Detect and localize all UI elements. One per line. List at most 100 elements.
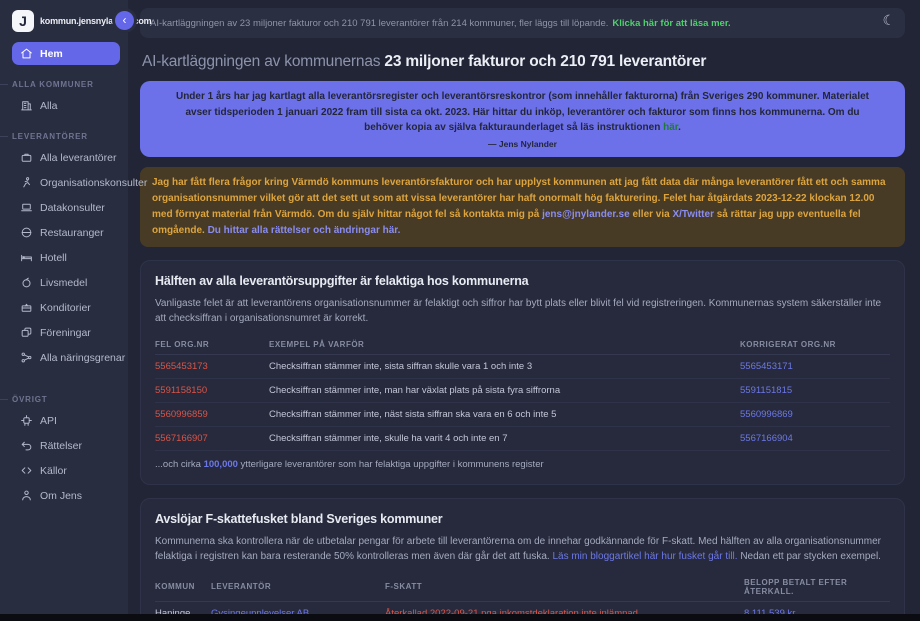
changes-link[interactable]: Du hittar alla rättelser och ändringar h… [208,225,401,236]
runner-icon [20,176,33,189]
moon-icon[interactable]: ☾ [882,12,895,29]
sidebar-item-label: Hem [40,48,63,60]
sidebar-item-label: Hotell [40,252,67,264]
sidebar-item-label: API [40,415,57,427]
announcement-text: AI-kartläggningen av 23 miljoner fakturo… [150,18,608,29]
wrong-orgnr-link[interactable]: 5560996859 [155,409,263,420]
table-row: 5567166907 Checksiffran stämmer inte, sk… [155,427,890,450]
briefcase-icon [20,151,33,164]
table-row: Haninge Gysingeupplevelser AB Återkallad… [155,602,890,614]
reason-text: Checksiffran stämmer inte, skulle ha var… [269,433,734,444]
site-title[interactable]: kommun.jensnylander.com [40,16,151,26]
branch-icon [20,351,33,364]
corrected-orgnr-link[interactable]: 5591151815 [740,385,890,396]
building-icon [20,99,33,112]
sidebar-collapse-button[interactable]: ‹ [115,11,134,30]
instructions-link[interactable]: här [663,122,678,133]
footnote-number: 100,000 [204,459,238,470]
col-exempel: EXEMPEL PÅ VARFÖR [269,340,734,349]
col-korrigerat: KORRIGERAT ORG.NR [740,340,890,349]
sidebar-item-hotell[interactable]: Hotell [12,246,120,269]
corrected-orgnr-link[interactable]: 5565453171 [740,361,890,372]
brand: J kommun.jensnylander.com ‹ [12,10,120,32]
card-title: Avslöjar F-skattefusket bland Sveriges k… [155,512,890,526]
sidebar-item-alla-leverantorer[interactable]: Alla leverantörer [12,146,120,169]
intro-info-box: Under 1 års har jag kartlagt alla levera… [140,81,905,157]
table-row: 5591158150 Checksiffran stämmer inte, ma… [155,379,890,403]
sidebar-item-om-jens[interactable]: Om Jens [12,484,120,507]
sidebar-item-rattelser[interactable]: Rättelser [12,434,120,457]
wrong-orgnr-link[interactable]: 5591158150 [155,385,263,396]
sidebar-item-konditorier[interactable]: Konditorier [12,296,120,319]
sidebar-item-organisationskonsulter[interactable]: Organisationskonsulter [12,171,120,194]
email-link[interactable]: jens@jnylander.se [542,209,630,220]
card-felaktiga-leverantorsuppgifter: Hälften av alla leverantörsuppgifter är … [140,260,905,485]
bed-icon [20,251,33,264]
undo-icon [20,439,33,452]
wrong-orgnr-link[interactable]: 5565453173 [155,361,263,372]
sidebar-item-restauranger[interactable]: Restauranger [12,221,120,244]
sidebar-item-label: Restauranger [40,227,104,239]
laptop-icon [20,201,33,214]
card-footnote: ...och cirka 100,000 ytterligare leveran… [155,450,890,476]
col-belopp: BELOPP BETALT EFTER ÅTERKALL. [744,578,890,596]
reason-text: Checksiffran stämmer inte, näst sista si… [269,409,734,420]
twitter-link[interactable]: X/Twitter [672,209,713,220]
sidebar-item-label: Föreningar [40,327,91,339]
cake-box-icon [20,301,33,314]
wrong-orgnr-link[interactable]: 5567166907 [155,433,263,444]
blog-article-link[interactable]: Läs min bloggartikel här hur fusket går … [552,551,737,562]
col-kommun: KOMMUN [155,582,205,591]
card-body: Vanligaste felet är att leverantörens or… [155,296,890,327]
code-icon [20,464,33,477]
col-fskatt: F-SKATT [385,582,738,591]
sidebar-item-label: Om Jens [40,490,82,502]
site-logo-icon[interactable]: J [12,10,34,32]
announcement-banner: AI-kartläggningen av 23 miljoner fakturo… [140,8,905,38]
correction-warning-box: Jag har fått flera frågor kring Värmdö k… [140,167,905,247]
group-icon [20,326,33,339]
plate-icon [20,226,33,239]
attribution: — Jens Nylander [166,138,879,151]
reason-text: Checksiffran stämmer inte, sista siffran… [269,361,734,372]
person-icon [20,489,33,502]
card-title: Hälften av alla leverantörsuppgifter är … [155,274,890,288]
table-header-row: KOMMUN LEVERANTÖR F-SKATT BELOPP BETALT … [155,573,890,602]
page-title-prefix: AI-kartläggningen av kommunernas [142,53,384,70]
col-fel-orgnr: FEL ORG.NR [155,340,263,349]
sidebar-item-label: Alla näringsgrenar [40,352,125,364]
sidebar-item-hem[interactable]: Hem [12,42,120,65]
sidebar-item-label: Livsmedel [40,277,87,289]
page-title: AI-kartläggningen av kommunernas 23 milj… [142,53,905,71]
sidebar-item-label: Källor [40,465,67,477]
table-row: 5565453173 Checksiffran stämmer inte, si… [155,355,890,379]
sidebar-item-foreningar[interactable]: Föreningar [12,321,120,344]
corrected-orgnr-link[interactable]: 5567166904 [740,433,890,444]
sidebar-section-alla-kommuner: ALLA KOMMUNER [12,80,120,89]
card-body: Kommunerna ska kontrollera när de utbeta… [155,534,890,565]
col-leverantor: LEVERANTÖR [211,582,379,591]
sidebar-item-alla-naringsgrenar[interactable]: Alla näringsgrenar [12,346,120,369]
sidebar-item-alla[interactable]: Alla [12,94,120,117]
sidebar-item-kallor[interactable]: Källor [12,459,120,482]
sidebar-item-label: Organisationskonsulter [40,177,147,189]
table-row: 5560996859 Checksiffran stämmer inte, nä… [155,403,890,427]
home-icon [20,47,33,60]
table-header-row: FEL ORG.NR EXEMPEL PÅ VARFÖR KORRIGERAT … [155,335,890,355]
sidebar: J kommun.jensnylander.com ‹ Hem ALLA KOM… [0,0,128,614]
sidebar-item-api[interactable]: API [12,409,120,432]
sidebar-item-label: Konditorier [40,302,91,314]
api-icon [20,414,33,427]
sidebar-item-label: Rättelser [40,440,82,452]
page-title-bold: 23 miljoner fakturor och 210 791 leveran… [384,53,706,70]
sidebar-item-datakonsulter[interactable]: Datakonsulter [12,196,120,219]
sidebar-section-leverantorer: LEVERANTÖRER [12,132,120,141]
sidebar-item-label: Alla [40,100,58,112]
sidebar-item-label: Alla leverantörer [40,152,116,164]
announcement-link[interactable]: Klicka här för att läsa mer. [612,18,730,29]
card-f-skattefusket: Avslöjar F-skattefusket bland Sveriges k… [140,498,905,614]
sidebar-section-ovrigt: ÖVRIGT [12,395,120,404]
sidebar-item-label: Datakonsulter [40,202,105,214]
corrected-orgnr-link[interactable]: 5560996869 [740,409,890,420]
sidebar-item-livsmedel[interactable]: Livsmedel [12,271,120,294]
